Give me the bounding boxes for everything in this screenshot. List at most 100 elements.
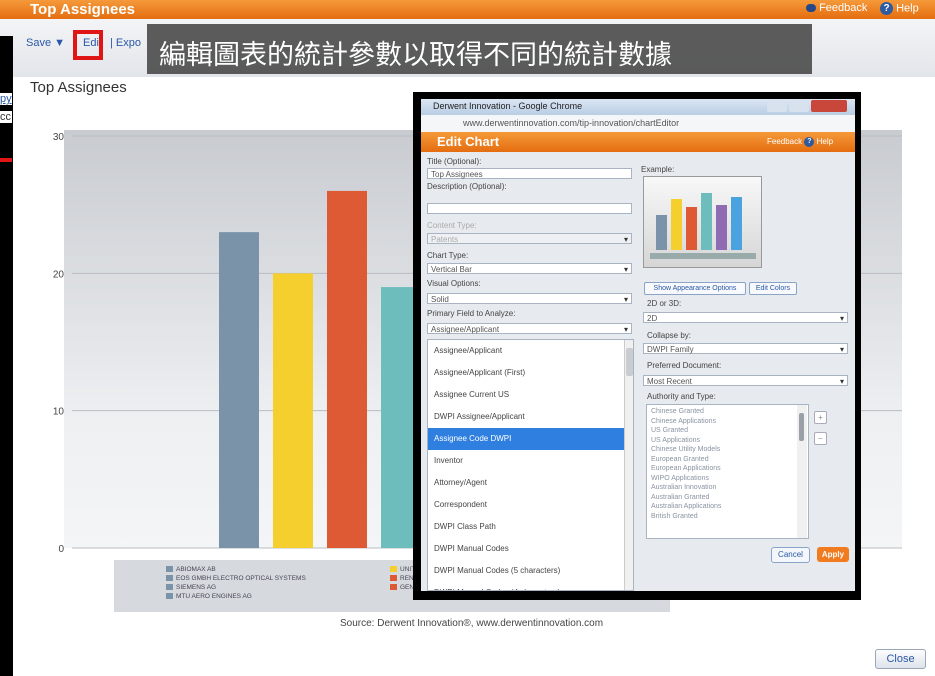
apply-button[interactable]: Apply — [817, 547, 849, 562]
authority-option[interactable]: Australian Innovation — [651, 484, 716, 491]
maximize-button[interactable] — [789, 100, 809, 112]
address-bar[interactable]: www.derwentinnovation.com/tip-innovation… — [421, 115, 855, 133]
left-text-fragment: cc — [0, 111, 12, 123]
legend-swatch — [166, 566, 173, 573]
dropdown-option[interactable]: Correspondent — [428, 494, 624, 516]
bar-1[interactable] — [219, 232, 259, 548]
authority-option[interactable]: Australian Applications — [651, 503, 721, 510]
authority-option[interactable]: Australian Granted — [651, 494, 709, 501]
legend-label: ABIOMAX AB — [176, 566, 216, 573]
authority-option[interactable]: Chinese Granted — [651, 408, 704, 415]
y-tick-label: 30 — [53, 132, 65, 143]
left-text-fragment: py — [0, 93, 12, 105]
authority-option[interactable]: Chinese Applications — [651, 418, 716, 425]
preferred-document-select[interactable]: Most Recent — [643, 375, 848, 387]
title-input[interactable]: Top Assignees — [427, 168, 632, 179]
dropdown-option[interactable]: Assignee Code DWPI — [428, 428, 624, 450]
preview-chart-icon — [650, 193, 756, 259]
legend-item: SIEMENS AG — [166, 584, 216, 591]
collapse-select[interactable]: DWPI Family — [643, 343, 848, 355]
preview-bar — [656, 215, 667, 250]
dialog-feedback-label: Feedback — [767, 137, 803, 147]
authority-option[interactable]: WIPO Applications — [651, 475, 709, 482]
preview-bar — [701, 193, 712, 250]
description-input[interactable] — [427, 203, 632, 214]
legend-swatch — [166, 575, 173, 582]
preview-bar — [686, 207, 697, 250]
preview-bar — [671, 199, 682, 250]
edit-colors-button[interactable]: Edit Colors — [749, 282, 797, 295]
cancel-button[interactable]: Cancel — [771, 547, 810, 563]
dropdown-option[interactable]: Assignee/Applicant (First) — [428, 362, 624, 384]
chart-type-select[interactable]: Vertical Bar — [427, 263, 632, 275]
legend-label: MTU AERO ENGINES AG — [176, 593, 252, 600]
authority-option[interactable]: European Applications — [651, 465, 721, 472]
legend-swatch — [390, 584, 397, 591]
y-tick-label: 20 — [53, 269, 65, 280]
dropdown-option[interactable]: DWPI Manual Codes — [428, 538, 624, 560]
preview-bar — [731, 197, 742, 250]
y-tick-label: 10 — [53, 407, 65, 418]
authority-list[interactable]: Chinese Granted Chinese Applications US Gr… — [646, 404, 809, 539]
bar-2[interactable] — [273, 273, 313, 548]
dropdown-option[interactable]: DWPI Class Path — [428, 516, 624, 538]
dialog-feedback-link[interactable]: Feedback ? Help — [767, 137, 833, 147]
y-tick-label: 0 — [58, 544, 64, 555]
authority-scrollbar[interactable] — [797, 405, 807, 538]
visual-options-label: Visual Options: — [427, 279, 481, 288]
chart-preview-image — [643, 176, 762, 268]
bar-3[interactable] — [327, 190, 367, 548]
legend-label: EOS GMBH ELECTRO OPTICAL SYSTEMS — [176, 575, 306, 582]
visual-options-select[interactable]: Solid — [427, 293, 632, 305]
authority-option[interactable]: European Granted — [651, 456, 709, 463]
legend-swatch — [166, 584, 173, 591]
dropdown-option[interactable]: DWPI Manual Codes (5 characters) — [428, 560, 624, 582]
chart-type-label: Chart Type: — [427, 251, 469, 260]
dropdown-option[interactable]: Assignee Current US — [428, 384, 624, 406]
dimension-select[interactable]: 2D — [643, 312, 848, 324]
close-button[interactable]: Close — [875, 649, 926, 669]
add-authority-button[interactable]: + — [814, 411, 827, 424]
browser-window-title: Derwent Innovation - Google Chrome — [433, 101, 583, 111]
dialog-help-icon: ? — [804, 137, 815, 147]
minimize-button[interactable] — [767, 100, 787, 112]
content-type-select: Patents — [427, 233, 632, 245]
edit-chart-dialog: Derwent Innovation - Google Chrome www.d… — [421, 99, 855, 591]
legend-swatch — [390, 575, 397, 582]
dialog-help-label: Help — [816, 137, 834, 147]
preview-axis — [650, 253, 756, 259]
dropdown-scrollbar[interactable] — [624, 340, 633, 590]
primary-field-dropdown[interactable]: DWPI Manual Codes (4 characters)DWPI Man… — [427, 339, 634, 591]
legend-item: EOS GMBH ELECTRO OPTICAL SYSTEMS — [166, 575, 306, 582]
authority-label: Authority and Type: — [647, 392, 716, 401]
window-close-button[interactable] — [811, 100, 847, 112]
authority-scroll-thumb[interactable] — [799, 413, 804, 441]
dimension-label: 2D or 3D: — [647, 299, 682, 308]
legend-swatch — [166, 593, 173, 600]
legend-item: MTU AERO ENGINES AG — [166, 593, 252, 600]
authority-option[interactable]: British Granted — [651, 513, 698, 520]
preferred-document-label: Preferred Document: — [647, 361, 722, 370]
scrollbar-thumb[interactable] — [626, 348, 633, 376]
primary-field-select[interactable]: Assignee/Applicant — [427, 323, 632, 335]
address-url: www.derwentinnovation.com/tip-innovation… — [463, 118, 680, 128]
dropdown-option[interactable]: DWPI Manual Codes (4 characters) — [428, 582, 624, 590]
preview-bar — [716, 205, 727, 250]
description-field-label: Description (Optional): — [427, 182, 507, 191]
browser-title-bar: Derwent Innovation - Google Chrome — [421, 99, 855, 115]
authority-option[interactable]: US Applications — [651, 437, 700, 444]
content-type-label: Content Type: — [427, 221, 477, 230]
legend-swatch — [390, 566, 397, 573]
show-appearance-button[interactable]: Show Appearance Options — [644, 282, 746, 295]
legend-label: SIEMENS AG — [176, 584, 217, 591]
dropdown-option[interactable]: DWPI Assignee/Applicant — [428, 406, 624, 428]
primary-field-label: Primary Field to Analyze: — [427, 309, 516, 318]
dropdown-option[interactable]: Assignee/Applicant — [428, 340, 624, 362]
dialog-header: Edit Chart Feedback ? Help — [421, 132, 855, 152]
title-field-label: Title (Optional): — [427, 157, 482, 166]
dropdown-option[interactable]: Inventor — [428, 450, 624, 472]
dropdown-option[interactable]: Attorney/Agent — [428, 472, 624, 494]
authority-option[interactable]: US Granted — [651, 427, 688, 434]
remove-authority-button[interactable]: − — [814, 432, 827, 445]
authority-option[interactable]: Chinese Utility Models — [651, 446, 720, 453]
